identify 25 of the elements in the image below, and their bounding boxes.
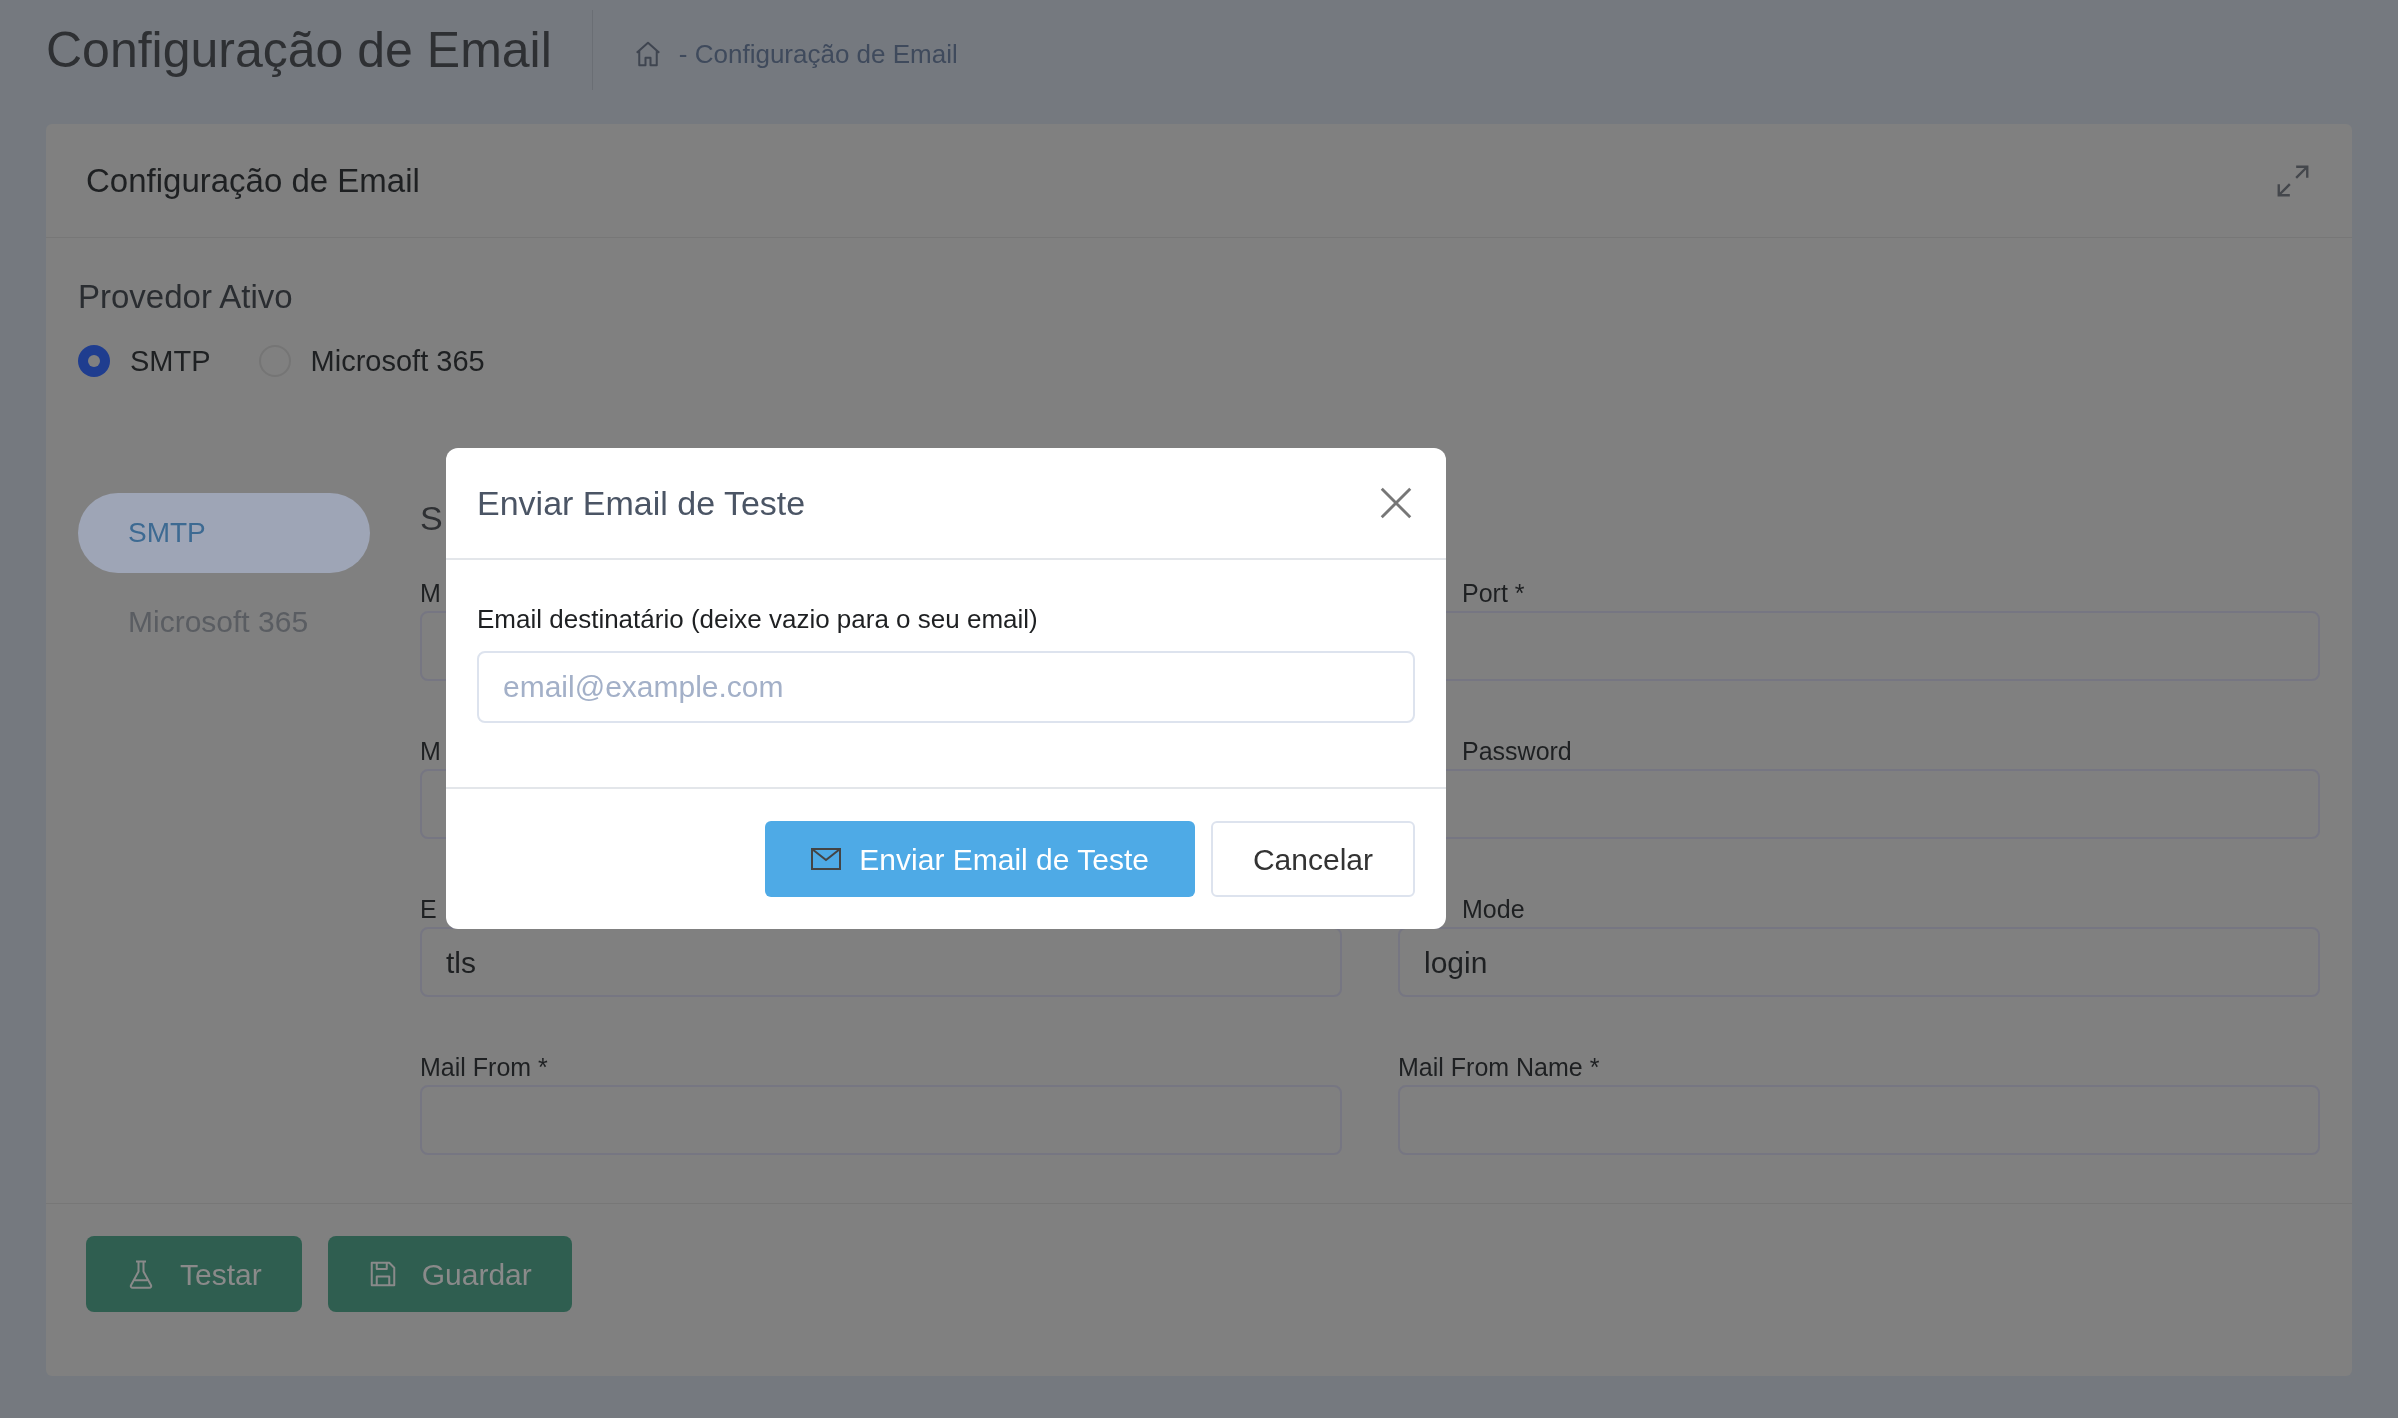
- field-label: Mail From *: [420, 1052, 548, 1083]
- field-label: M: [420, 736, 441, 767]
- field-label: Email destinatário (deixe vazio para o seu email): [477, 603, 1039, 636]
- field-label: Mail From Name *: [1398, 1052, 1600, 1083]
- modal-title: Enviar Email de Teste: [477, 482, 806, 524]
- envelope-icon: [811, 848, 842, 870]
- section-title: S: [420, 499, 443, 537]
- test-button[interactable]: Testar: [86, 1236, 302, 1312]
- page-title: Configuração de Email: [46, 10, 593, 90]
- text-field[interactable]: login: [1398, 927, 2320, 997]
- card-title: Configuração de Email: [86, 160, 420, 201]
- field-label: M: [420, 578, 441, 609]
- email-input[interactable]: email@example.com: [477, 651, 1415, 723]
- cancel-button[interactable]: Cancelar: [1210, 821, 1415, 897]
- field-label: Password: [1462, 736, 1572, 767]
- save-button[interactable]: Guardar: [327, 1236, 572, 1312]
- radio-label: SMTP: [130, 343, 211, 379]
- radio-label: Microsoft 365: [310, 343, 485, 379]
- field-label: Port *: [1462, 578, 1525, 609]
- field-label: E: [420, 894, 437, 925]
- side-tab[interactable]: SMTP: [78, 493, 370, 573]
- send-button[interactable]: Enviar Email de Teste: [765, 821, 1195, 897]
- field-label: Mode: [1462, 894, 1525, 925]
- provider-label: Provedor Ativo: [78, 277, 294, 317]
- radio-button[interactable]: [78, 345, 110, 378]
